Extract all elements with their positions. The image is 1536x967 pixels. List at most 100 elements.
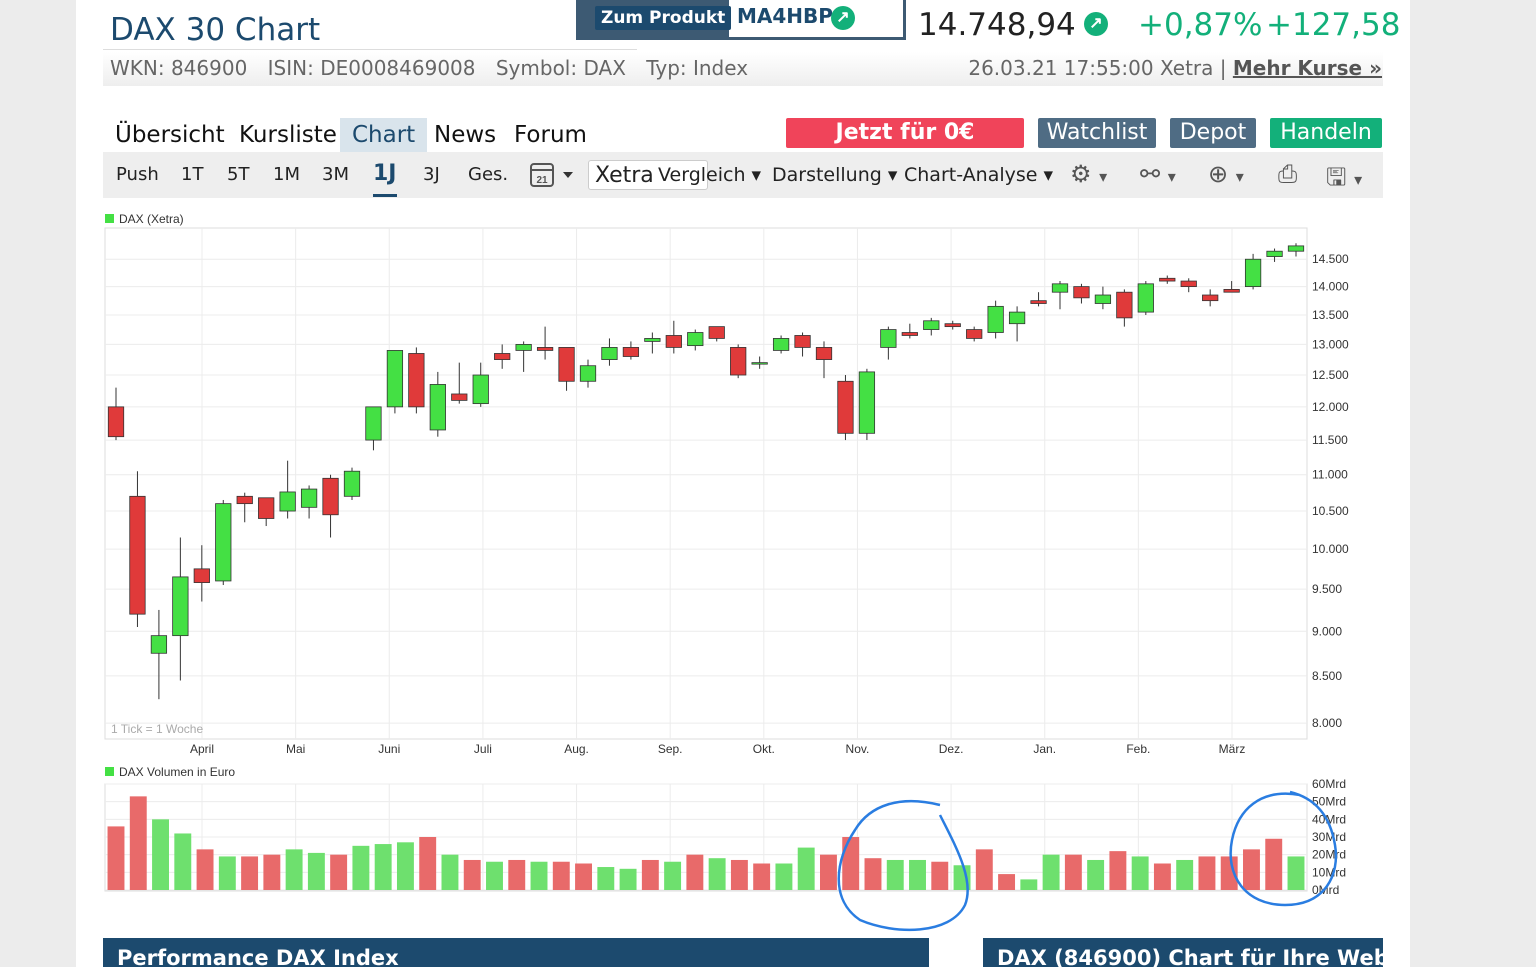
candle-body bbox=[773, 338, 788, 350]
candle-body bbox=[838, 381, 853, 433]
isin-text: ISIN: DE0008469008 bbox=[268, 56, 476, 80]
print-icon[interactable]: ⎙ bbox=[1278, 160, 1297, 188]
volume-bar bbox=[820, 855, 837, 890]
period-1t[interactable]: 1T bbox=[181, 164, 203, 185]
period-3j[interactable]: 3J bbox=[423, 164, 440, 185]
performance-section-header: Performance DAX Index bbox=[103, 938, 929, 967]
period-1j[interactable]: 1J bbox=[373, 161, 397, 186]
tab-news[interactable]: News bbox=[434, 118, 496, 152]
price-y-tick: 14.500 bbox=[1312, 252, 1349, 266]
price-x-tick: Juli bbox=[474, 742, 492, 756]
volume-bar bbox=[442, 855, 459, 890]
candle-body bbox=[1095, 295, 1110, 303]
candle-body bbox=[1009, 312, 1024, 324]
vergleich-menu[interactable]: Vergleich ▾ bbox=[658, 164, 761, 186]
price-y-tick: 13.000 bbox=[1312, 337, 1349, 351]
price-y-tick: 10.000 bbox=[1312, 542, 1349, 556]
quote-change-abs: +127,58 bbox=[1266, 7, 1400, 43]
volume-y-tick: 50Mrd bbox=[1312, 795, 1346, 809]
candle-body bbox=[1245, 259, 1260, 286]
candle-body bbox=[988, 306, 1003, 332]
candle-body bbox=[473, 375, 488, 404]
volume-y-tick: 0Mrd bbox=[1312, 883, 1339, 897]
period-5t[interactable]: 5T bbox=[227, 164, 249, 185]
chart-analyse-menu[interactable]: Chart-Analyse ▾ bbox=[904, 164, 1053, 186]
volume-bar bbox=[798, 848, 815, 890]
candle-body bbox=[666, 335, 681, 347]
price-y-tick: 13.500 bbox=[1312, 308, 1349, 322]
candle-body bbox=[258, 498, 273, 519]
price-x-tick: Aug. bbox=[564, 742, 589, 756]
price-y-tick: 14.000 bbox=[1312, 280, 1349, 294]
volume-bar bbox=[731, 860, 748, 890]
candle-body bbox=[730, 347, 745, 375]
volume-bar bbox=[464, 860, 481, 890]
candle-body bbox=[1117, 292, 1132, 318]
watchlist-button[interactable]: Watchlist bbox=[1038, 118, 1156, 148]
tab-kursliste[interactable]: Kursliste bbox=[239, 118, 337, 152]
volume-bar bbox=[330, 855, 347, 890]
period-1m[interactable]: 1M bbox=[273, 164, 300, 185]
volume-bar bbox=[887, 860, 904, 890]
period-3m[interactable]: 3M bbox=[322, 164, 349, 185]
trade-free-button[interactable]: Jetzt für 0€ handeln bbox=[786, 118, 1024, 148]
volume-bar bbox=[508, 860, 525, 890]
volume-bar bbox=[575, 864, 592, 891]
darstellung-menu[interactable]: Darstellung ▾ bbox=[772, 164, 897, 186]
candle-body bbox=[452, 394, 467, 400]
candle-body bbox=[1031, 301, 1046, 304]
volume-bar bbox=[909, 860, 926, 890]
indicators-icon[interactable]: ⚯ ▾ bbox=[1140, 160, 1176, 188]
candle-body bbox=[881, 330, 896, 348]
volume-bar bbox=[709, 858, 726, 890]
candle-body bbox=[752, 363, 767, 365]
candle-body bbox=[387, 350, 402, 406]
calendar-icon[interactable]: 21 bbox=[529, 160, 575, 190]
candle-body bbox=[1267, 251, 1282, 256]
volume-bar bbox=[1109, 851, 1126, 890]
depot-button[interactable]: Depot bbox=[1170, 118, 1256, 148]
title-divider bbox=[103, 49, 637, 50]
price-x-tick: Nov. bbox=[846, 742, 870, 756]
volume-bar bbox=[219, 856, 236, 890]
volume-bar bbox=[1288, 856, 1305, 890]
candle-body bbox=[430, 384, 445, 430]
embed-section-header: DAX (846900) Chart für Ihre Webs... bbox=[983, 938, 1383, 967]
candle-body bbox=[966, 330, 981, 339]
volume-bar bbox=[130, 796, 147, 890]
save-icon[interactable]: 🖫 ▾ bbox=[1326, 160, 1362, 201]
settings-gear-icon[interactable]: ⚙ ▾ bbox=[1070, 160, 1107, 188]
candle-body bbox=[1052, 284, 1067, 292]
price-y-tick: 8.000 bbox=[1312, 716, 1342, 730]
tab-uebersicht[interactable]: Übersicht bbox=[115, 118, 225, 152]
period-push[interactable]: Push bbox=[116, 164, 159, 185]
candle-body bbox=[1202, 295, 1217, 301]
zoom-in-icon[interactable]: ⊕ ▾ bbox=[1208, 160, 1244, 188]
volume-bar bbox=[998, 874, 1015, 890]
page-title: DAX 30 Chart bbox=[110, 12, 320, 48]
candle-body bbox=[1288, 246, 1303, 251]
candle-body bbox=[1224, 289, 1239, 292]
product-box: Zum Produkt MA4HBP ↗ bbox=[576, 0, 906, 40]
darstellung-label: Darstellung bbox=[772, 164, 882, 186]
candle-body bbox=[494, 353, 509, 359]
type-text: Typ: Index bbox=[646, 56, 748, 80]
calendar-day: 21 bbox=[536, 175, 548, 186]
zum-produkt-button[interactable]: Zum Produkt bbox=[595, 6, 731, 30]
quote-price: 14.748,94 bbox=[918, 7, 1076, 43]
price-legend-swatch bbox=[105, 214, 114, 223]
volume-bar bbox=[108, 826, 125, 890]
page: DAX 30 Chart Zum Produkt MA4HBP ↗ 14.748… bbox=[76, 0, 1410, 967]
volume-bar bbox=[1065, 855, 1082, 890]
volume-bar bbox=[352, 846, 369, 890]
info-timestamp: 26.03.21 17:55:00 Xetra | Mehr Kurse » bbox=[968, 56, 1382, 80]
tab-chart[interactable]: Chart bbox=[340, 118, 427, 152]
period-ges[interactable]: Ges. bbox=[468, 164, 508, 185]
candle-body bbox=[602, 347, 617, 359]
volume-bar bbox=[419, 837, 436, 890]
mehr-kurse-link[interactable]: Mehr Kurse » bbox=[1233, 56, 1382, 80]
candle-body bbox=[537, 347, 552, 350]
tab-forum[interactable]: Forum bbox=[514, 118, 587, 152]
handeln-button[interactable]: Handeln bbox=[1270, 118, 1382, 148]
product-wkn[interactable]: MA4HBP bbox=[737, 4, 833, 28]
